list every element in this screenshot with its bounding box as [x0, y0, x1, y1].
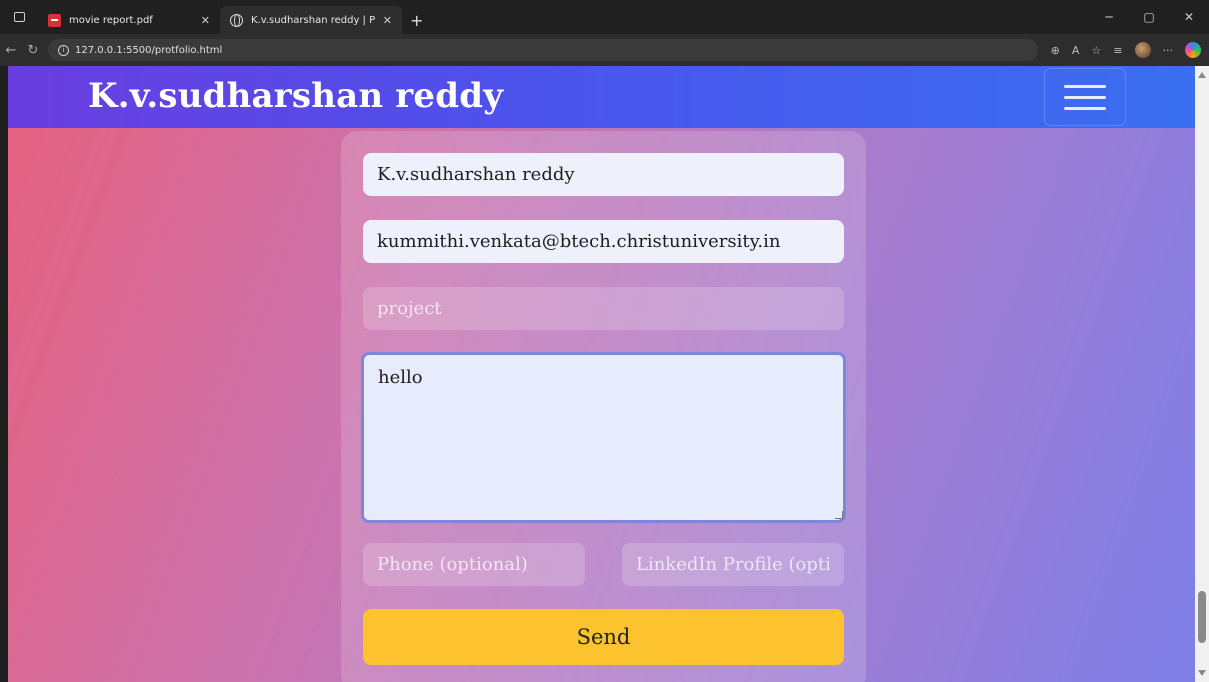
- globe-icon: [230, 13, 243, 27]
- close-window-icon[interactable]: ✕: [1169, 10, 1209, 24]
- scrollbar-thumb[interactable]: [1198, 591, 1206, 643]
- favorites-icon[interactable]: ≡: [1113, 44, 1122, 57]
- minimize-icon[interactable]: ─: [1089, 10, 1129, 24]
- browser-tab-pdf[interactable]: movie report.pdf ✕: [38, 6, 220, 34]
- pdf-icon: [48, 13, 61, 27]
- scroll-up-icon[interactable]: [1198, 72, 1206, 78]
- menu-line: [1064, 106, 1106, 110]
- new-tab-button[interactable]: +: [402, 6, 431, 34]
- url-field[interactable]: i 127.0.0.1:5500/protfolio.html: [48, 39, 1038, 61]
- more-icon[interactable]: ···: [1163, 44, 1174, 57]
- profile-avatar[interactable]: [1134, 42, 1151, 58]
- copilot-icon[interactable]: [1185, 42, 1201, 58]
- tab-actions-button[interactable]: [0, 0, 38, 34]
- tab-actions-icon: [13, 12, 25, 22]
- phone-field[interactable]: [363, 543, 585, 586]
- browser-tab-bar: movie report.pdf ✕ K.v.sudharshan reddy …: [0, 0, 1209, 34]
- tab-label: movie report.pdf: [69, 14, 153, 26]
- linkedin-field[interactable]: [622, 543, 844, 586]
- hamburger-menu-button[interactable]: [1044, 68, 1126, 126]
- email-field[interactable]: [363, 220, 844, 263]
- browser-toolbar: ⊕ A ☆ ≡ ···: [1051, 34, 1201, 66]
- menu-line: [1064, 84, 1106, 88]
- read-aloud-icon[interactable]: A: [1072, 44, 1080, 57]
- url-text: 127.0.0.1:5500/protfolio.html: [75, 44, 223, 56]
- close-tab-icon[interactable]: ✕: [383, 14, 392, 27]
- send-button[interactable]: Send: [363, 609, 844, 665]
- zoom-icon[interactable]: ⊕: [1051, 44, 1060, 57]
- info-icon[interactable]: i: [58, 44, 69, 56]
- contact-form: hello Send: [341, 131, 866, 682]
- tab-label: K.v.sudharshan reddy | Portfolio: [251, 14, 375, 26]
- resize-grip-icon[interactable]: [835, 511, 843, 519]
- refresh-icon[interactable]: ↻: [22, 43, 44, 58]
- name-field[interactable]: [363, 153, 844, 196]
- window-controls: ─ ▢ ✕: [1089, 0, 1209, 34]
- subject-field[interactable]: [363, 287, 844, 330]
- page-scrollbar[interactable]: [1195, 66, 1209, 682]
- address-bar-row: ← ↻ i 127.0.0.1:5500/protfolio.html ⊕ A …: [0, 34, 1209, 66]
- page-viewport: K.v.sudharshan reddy hello Send: [8, 66, 1195, 682]
- browser-tab-portfolio[interactable]: K.v.sudharshan reddy | Portfolio ✕: [220, 6, 402, 34]
- site-title: K.v.sudharshan reddy: [88, 76, 504, 116]
- back-icon[interactable]: ←: [0, 43, 22, 58]
- maximize-icon[interactable]: ▢: [1129, 10, 1169, 24]
- scroll-down-icon[interactable]: [1198, 670, 1206, 676]
- site-header: K.v.sudharshan reddy: [8, 66, 1195, 128]
- menu-line: [1064, 95, 1106, 99]
- message-field[interactable]: hello: [361, 352, 846, 523]
- favorite-star-icon[interactable]: ☆: [1091, 44, 1101, 57]
- close-tab-icon[interactable]: ✕: [201, 14, 210, 27]
